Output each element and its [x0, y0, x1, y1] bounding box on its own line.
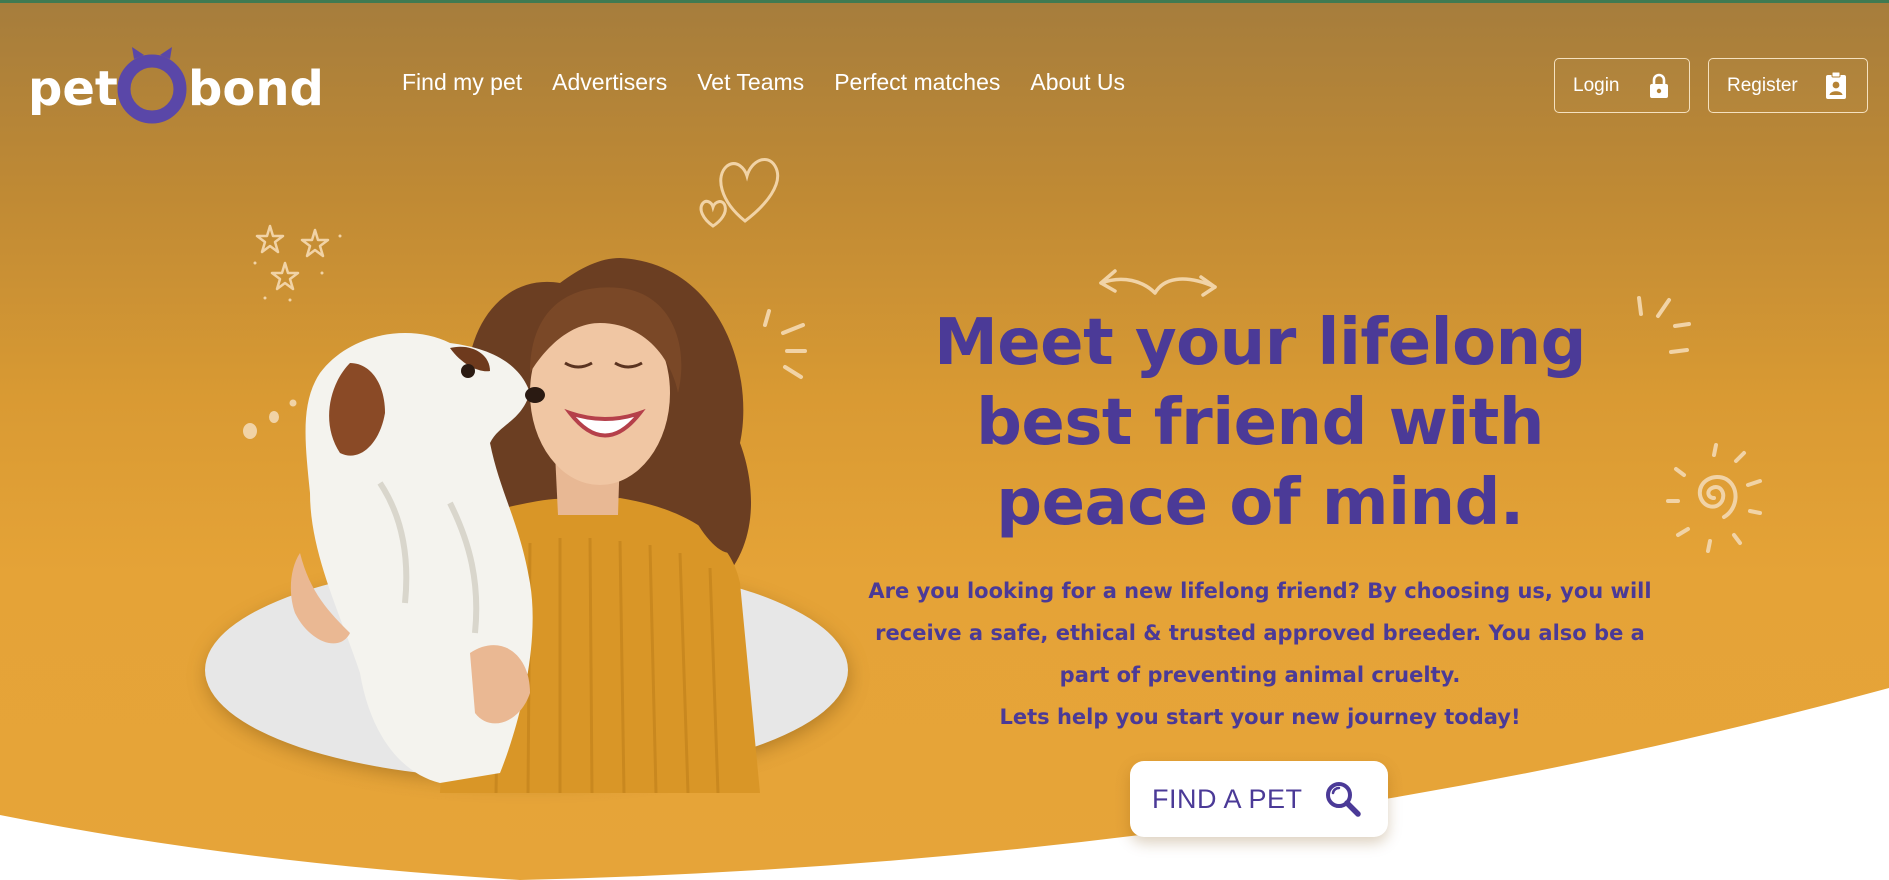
login-button[interactable]: Login: [1554, 58, 1690, 113]
register-button[interactable]: Register: [1708, 58, 1868, 113]
spiral-doodle: [1666, 443, 1762, 553]
search-icon: [1326, 782, 1361, 817]
find-a-pet-button[interactable]: FIND A PET: [1130, 761, 1388, 837]
hero-paragraph: Are you looking for a new lifelong frien…: [868, 579, 1652, 687]
hero-headline: Meet your lifelong best friend with peac…: [934, 306, 1586, 540]
lock-icon: [1650, 73, 1668, 98]
nav-find-my-pet[interactable]: Find my pet: [402, 69, 522, 96]
id-badge-icon: [1826, 71, 1846, 99]
hero-tagline: Lets help you start your new journey tod…: [999, 705, 1521, 729]
arrows-doodle: [1099, 269, 1217, 297]
hearts-doodle: [699, 158, 780, 228]
register-label: Register: [1727, 74, 1798, 96]
hero-section: pet bond Find my pet Advertisers Vet Tea…: [0, 3, 1889, 880]
woman-with-dog-image: [290, 258, 760, 793]
main-nav: Find my pet Advertisers Vet Teams Perfec…: [402, 69, 1155, 96]
hero-photo: [200, 253, 860, 793]
logo-text-bond: bond: [188, 61, 324, 117]
nav-about-us[interactable]: About Us: [1030, 69, 1125, 96]
nav-perfect-matches[interactable]: Perfect matches: [834, 69, 1000, 96]
logo-text-pet: pet: [28, 61, 118, 117]
logo-ring-icon: [117, 47, 187, 124]
find-a-pet-label: FIND A PET: [1152, 783, 1303, 814]
hero-lead: Are you looking for a new lifelong frien…: [860, 570, 1660, 738]
brand-logo[interactable]: pet bond: [28, 47, 328, 127]
nav-vet-teams[interactable]: Vet Teams: [697, 69, 804, 96]
login-label: Login: [1573, 74, 1620, 96]
nav-advertisers[interactable]: Advertisers: [552, 69, 667, 96]
